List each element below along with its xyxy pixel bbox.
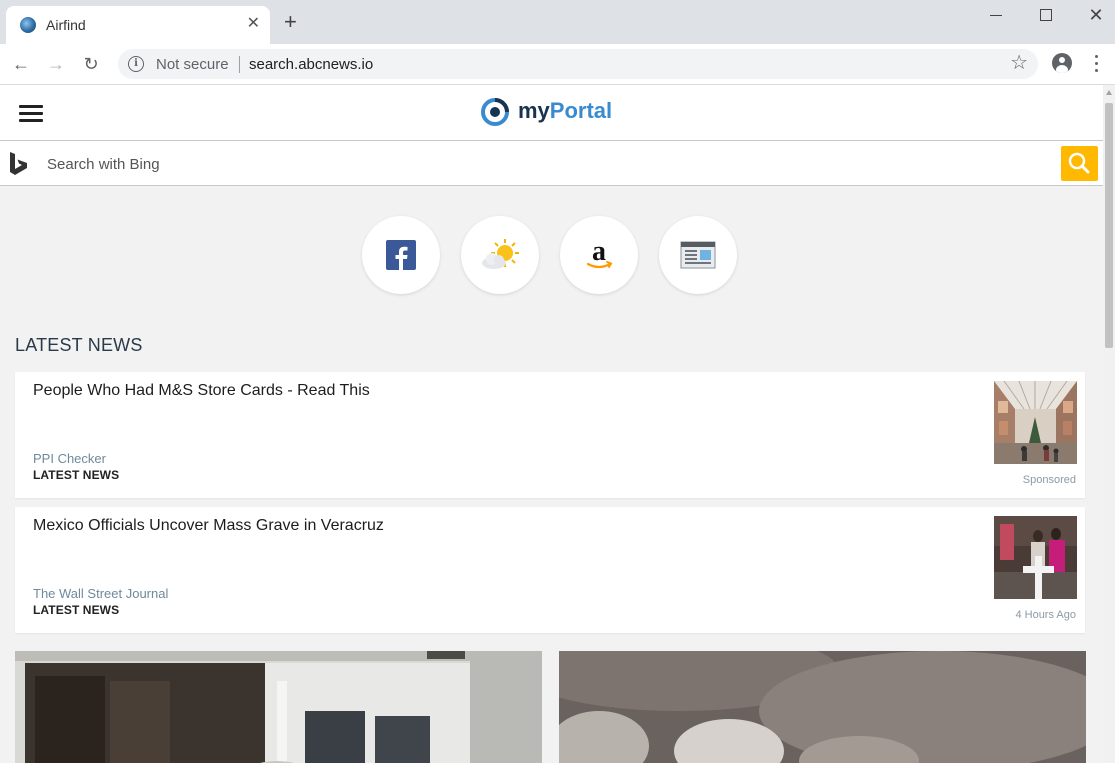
url-text[interactable]: search.abcnews.io <box>249 56 373 73</box>
site-info-icon[interactable]: i <box>128 56 144 72</box>
logo-my-text: my <box>518 98 550 123</box>
hamburger-menu-icon[interactable] <box>19 105 43 123</box>
amazon-icon: a <box>586 236 613 269</box>
timestamp: 4 Hours Ago <box>1015 609 1076 621</box>
news-icon <box>680 241 716 269</box>
bookmark-star-icon[interactable]: ☆ <box>1010 52 1028 74</box>
browser-toolbar: ← → ↻ i Not secure search.abcnews.io ☆ <box>0 44 1115 85</box>
news-source: The Wall Street Journal <box>33 586 169 601</box>
svg-text:a: a <box>592 236 606 267</box>
shopping-arcade-image <box>994 381 1077 464</box>
logo-portal-text: Portal <box>549 98 613 123</box>
tab-title: Airfind <box>46 17 86 33</box>
news-headline[interactable]: People Who Had M&S Store Cards - Read Th… <box>33 382 370 400</box>
weather-link[interactable] <box>461 216 539 294</box>
minimize-button[interactable] <box>984 6 1008 26</box>
reload-button[interactable]: ↻ <box>80 53 102 75</box>
favicon-icon <box>20 17 36 33</box>
section-title: LATEST NEWS <box>15 335 143 355</box>
security-label: Not secure <box>156 56 229 73</box>
news-link[interactable] <box>659 216 737 294</box>
scrollbar[interactable] <box>1103 85 1115 763</box>
news-card[interactable]: People Who Had M&S Store Cards - Read Th… <box>15 372 1085 498</box>
page-content: myPortal Search with Bing a LATEST NEWS … <box>0 85 1103 763</box>
new-tab-button[interactable]: + <box>284 11 297 33</box>
search-icon <box>1068 152 1090 174</box>
news-category: LATEST NEWS <box>33 468 120 482</box>
scroll-up-arrow-icon[interactable] <box>1106 90 1112 95</box>
building-photo <box>15 651 542 763</box>
news-thumbnail[interactable] <box>994 516 1077 599</box>
search-bar <box>0 140 1103 186</box>
search-input[interactable] <box>38 149 1048 179</box>
photo-card[interactable] <box>559 651 1086 763</box>
news-source: PPI Checker <box>33 451 106 466</box>
maximize-button[interactable] <box>1034 6 1058 26</box>
news-card[interactable]: Mexico Officials Uncover Mass Grave in V… <box>15 507 1085 633</box>
close-window-button[interactable]: ✕ <box>1084 6 1108 26</box>
search-button[interactable] <box>1061 146 1098 181</box>
logo-icon <box>481 98 509 126</box>
photo-card[interactable] <box>15 651 542 763</box>
back-button[interactable]: ← <box>10 53 32 75</box>
browser-menu-icon[interactable] <box>1090 53 1104 75</box>
scroll-thumb[interactable] <box>1105 103 1113 348</box>
news-thumbnail[interactable] <box>994 381 1077 464</box>
sponsored-label: Sponsored <box>1022 474 1076 486</box>
forward-button[interactable]: → <box>45 53 67 75</box>
tab-close-icon[interactable]: ✕ <box>247 15 260 33</box>
site-header: myPortal <box>0 85 1103 140</box>
facebook-link[interactable] <box>362 216 440 294</box>
bing-icon <box>10 152 27 175</box>
memorial-cross-image <box>994 516 1077 599</box>
blurred-photo <box>559 651 1086 763</box>
logo-text: myPortal <box>518 98 612 124</box>
address-bar[interactable]: i Not secure search.abcnews.io ☆ <box>118 49 1038 79</box>
news-headline[interactable]: Mexico Officials Uncover Mass Grave in V… <box>33 517 384 535</box>
news-category: LATEST NEWS <box>33 603 120 617</box>
profile-icon[interactable] <box>1052 53 1072 73</box>
address-divider <box>239 56 240 73</box>
tab-strip: Airfind ✕ + ✕ <box>0 0 1115 44</box>
weather-icon <box>482 239 519 269</box>
facebook-icon <box>386 240 416 270</box>
browser-tab[interactable]: Airfind ✕ <box>6 6 270 44</box>
amazon-link[interactable]: a <box>560 216 638 294</box>
